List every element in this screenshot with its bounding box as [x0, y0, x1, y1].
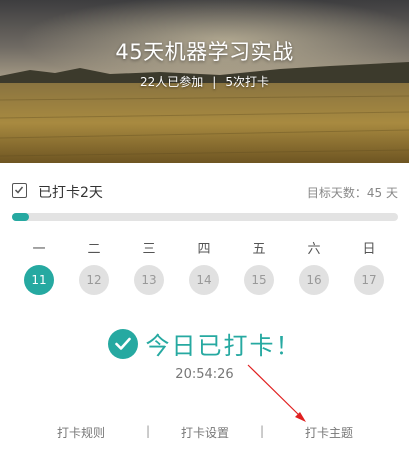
progress-summary: 已打卡2天 目标天数：45 天 — [12, 182, 398, 204]
weekday-label: 一 — [32, 242, 46, 257]
participants-count: 22人已参加 — [140, 75, 204, 89]
target-days-label: 目标天数：45 天 — [306, 186, 398, 200]
check-circle-icon — [107, 328, 138, 359]
checkin-topic-link[interactable]: 打卡主题 — [305, 424, 353, 441]
weekday-label: 日 — [362, 242, 376, 257]
footer-separator: | — [260, 424, 265, 438]
course-stats: 22人已参加 | 5次打卡 — [0, 73, 409, 90]
stats-separator: | — [212, 75, 217, 89]
weekday-label: 二 — [87, 242, 101, 257]
progress-bar-fill — [12, 213, 29, 221]
date-circle-checked[interactable]: 11 — [24, 265, 54, 295]
checkbox-icon — [12, 183, 27, 198]
date-circle[interactable]: 14 — [189, 265, 219, 295]
checkin-rules-link[interactable]: 打卡规则 — [57, 424, 105, 441]
header-banner: 45天机器学习实战 22人已参加 | 5次打卡 — [0, 0, 409, 163]
date-circle[interactable]: 17 — [354, 265, 384, 295]
checked-days-label: 已打卡2天 — [38, 185, 103, 201]
date-circle[interactable]: 12 — [79, 265, 109, 295]
progress-bar — [12, 213, 398, 221]
checkin-done-status: 今日已打卡！ — [0, 326, 409, 361]
weekday-label: 六 — [307, 242, 321, 257]
date-circle[interactable]: 13 — [134, 265, 164, 295]
checkin-count: 5次打卡 — [225, 75, 269, 89]
date-circle[interactable]: 16 — [299, 265, 329, 295]
weekday-label: 四 — [197, 242, 211, 257]
weekday-label: 三 — [142, 242, 156, 257]
footer-links: 打卡规则 | 打卡设置 | 打卡主题 — [0, 424, 409, 442]
footer-separator: | — [146, 424, 151, 438]
checkin-page: 45天机器学习实战 22人已参加 | 5次打卡 已打卡2天 目标天数：45 天 一 二… — [0, 0, 409, 454]
course-title: 45天机器学习实战 — [115, 40, 294, 64]
done-text: 今日已打卡！ — [145, 332, 302, 360]
checkin-settings-link[interactable]: 打卡设置 — [181, 424, 229, 441]
date-circle[interactable]: 15 — [244, 265, 274, 295]
weekday-label: 五 — [252, 242, 266, 257]
checkin-time: 20:54:26 — [175, 367, 234, 382]
annotation-arrow-icon — [247, 364, 306, 422]
